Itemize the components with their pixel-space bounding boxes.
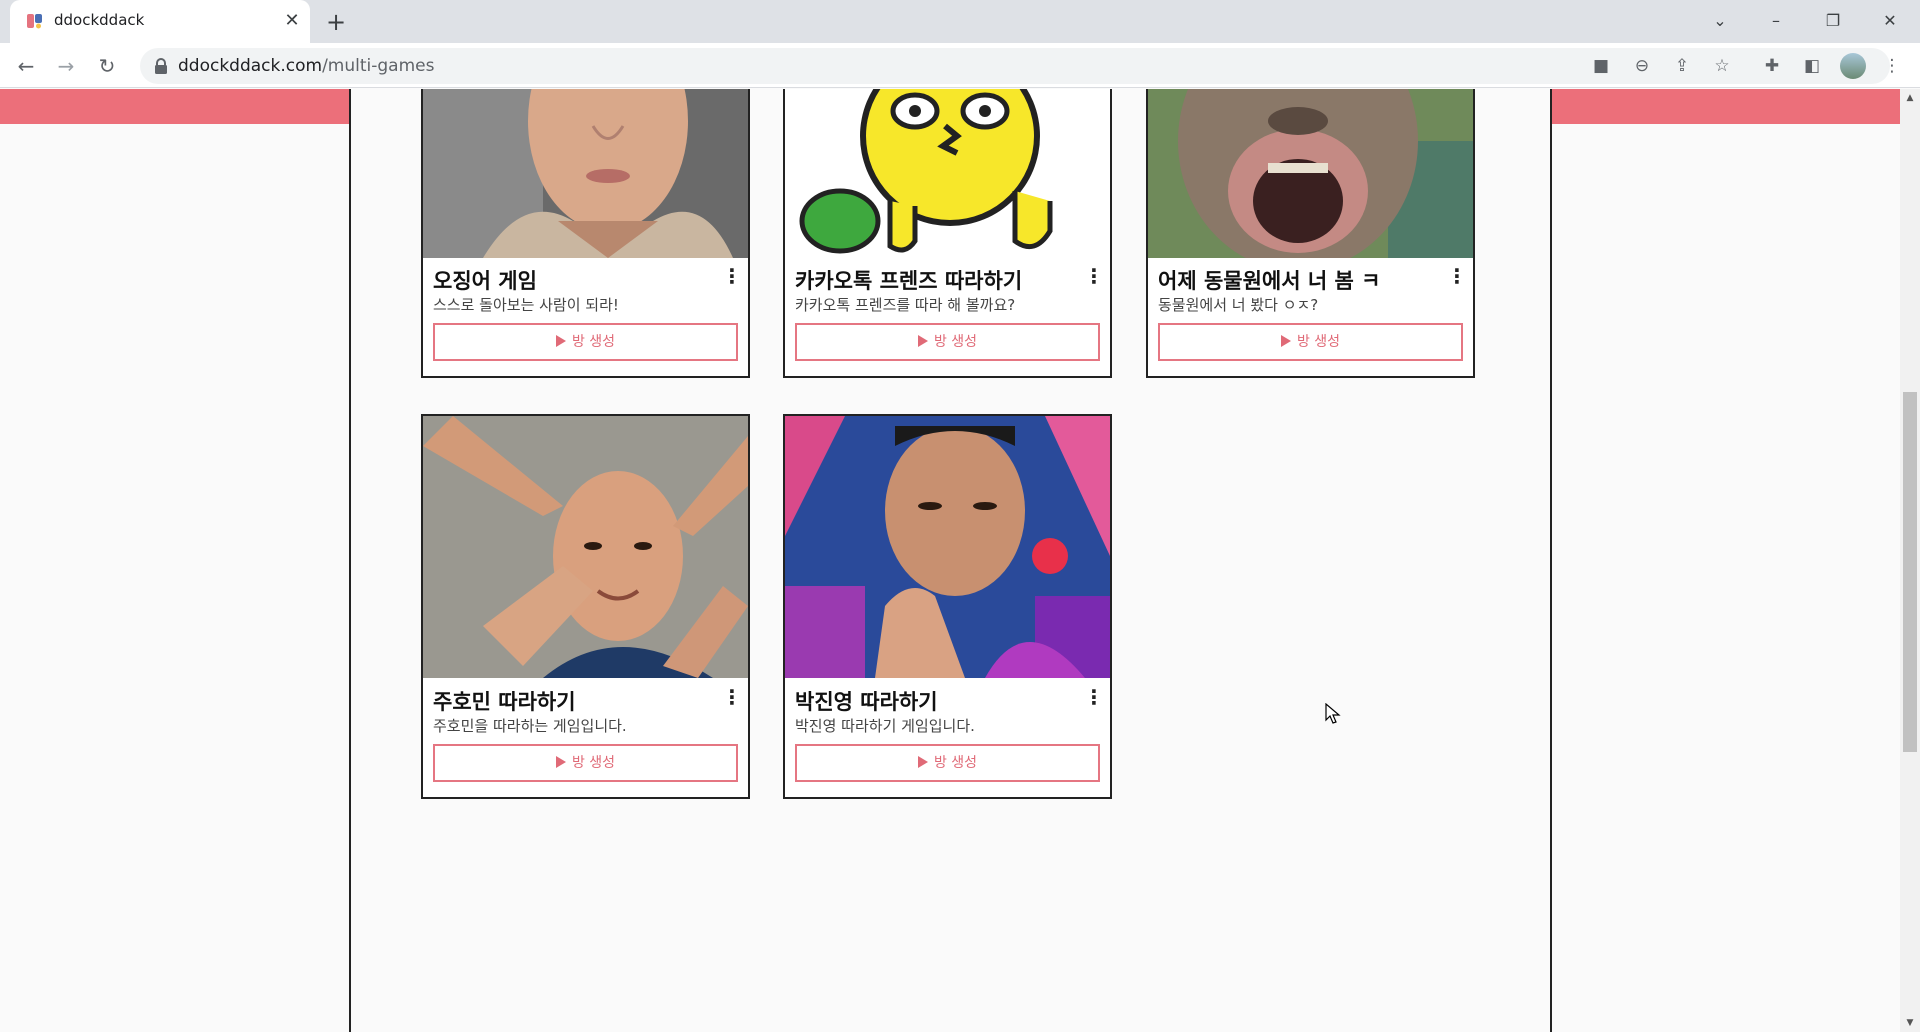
play-icon xyxy=(917,756,928,768)
more-options-icon[interactable]: ⋮ xyxy=(1084,684,1104,710)
close-tab-icon[interactable]: ✕ xyxy=(280,9,304,33)
back-icon[interactable]: ← xyxy=(10,50,42,82)
minimize-icon[interactable]: – xyxy=(1756,6,1796,36)
page-viewport: 오징어 게임 ⋮ 스스로 돌아보는 사람이 되라! 방 생성 카카오톡 프렌즈 … xyxy=(0,89,1900,1032)
scroll-up-icon[interactable]: ▲ xyxy=(1900,89,1920,107)
play-icon xyxy=(917,335,928,347)
create-room-label: 방 생성 xyxy=(933,334,978,350)
yellow-character-image xyxy=(785,89,1110,258)
header-band-left xyxy=(0,89,349,124)
zoom-icon[interactable]: ⊖ xyxy=(1626,50,1658,82)
extensions-icon[interactable]: ✚ xyxy=(1756,50,1788,82)
tab-bar: ddockddack ✕ + ⌄ – ❐ ✕ xyxy=(0,0,1920,43)
side-panel-icon[interactable]: ◧ xyxy=(1796,50,1828,82)
game-title: 어제 동물원에서 너 봄 ㅋ xyxy=(1158,269,1381,293)
play-icon xyxy=(1280,335,1291,347)
create-room-label: 방 생성 xyxy=(1296,334,1341,350)
camera-icon[interactable]: ■ xyxy=(1585,50,1617,82)
more-options-icon[interactable]: ⋮ xyxy=(722,684,742,710)
site-favicon-icon xyxy=(27,14,42,29)
play-icon xyxy=(555,335,566,347)
menu-kebab-icon[interactable]: ⋮ xyxy=(1876,50,1908,82)
browser-tab[interactable]: ddockddack ✕ xyxy=(10,0,310,43)
profile-avatar[interactable] xyxy=(1840,53,1866,79)
url-text: ddockddack.com/multi-games xyxy=(178,56,434,76)
game-card[interactable]: 오징어 게임 ⋮ 스스로 돌아보는 사람이 되라! 방 생성 xyxy=(421,89,750,378)
create-room-label: 방 생성 xyxy=(933,755,978,771)
header-band-right xyxy=(1551,89,1900,124)
forward-icon[interactable]: → xyxy=(50,50,82,82)
new-tab-icon[interactable]: + xyxy=(322,8,350,36)
game-description: 스스로 돌아보는 사람이 되라! xyxy=(433,296,619,314)
finger-heart-portrait-image xyxy=(785,416,1110,678)
game-description: 카카오톡 프렌즈를 따라 해 볼까요? xyxy=(795,296,1016,314)
game-description: 주호민을 따라하는 게임입니다. xyxy=(433,717,627,735)
game-thumbnail[interactable] xyxy=(785,416,1110,678)
tab-title: ddockddack xyxy=(54,11,145,29)
browser-toolbar: ← → ↻ ddockddack.com/multi-games ■ ⊖ ⇪ ☆… xyxy=(0,43,1920,88)
create-room-label: 방 생성 xyxy=(571,755,616,771)
create-room-button[interactable]: 방 생성 xyxy=(433,323,738,361)
create-room-button[interactable]: 방 생성 xyxy=(795,323,1100,361)
share-icon[interactable]: ⇪ xyxy=(1666,50,1698,82)
bookmark-star-icon[interactable]: ☆ xyxy=(1706,50,1738,82)
close-window-icon[interactable]: ✕ xyxy=(1870,6,1910,36)
monkey-face-image xyxy=(1148,89,1473,258)
game-list-container: 오징어 게임 ⋮ 스스로 돌아보는 사람이 되라! 방 생성 카카오톡 프렌즈 … xyxy=(349,89,1552,1032)
game-thumbnail[interactable] xyxy=(1148,89,1473,258)
tab-search-icon[interactable]: ⌄ xyxy=(1700,6,1740,36)
more-options-icon[interactable]: ⋮ xyxy=(1447,263,1467,289)
more-options-icon[interactable]: ⋮ xyxy=(1084,263,1104,289)
create-room-button[interactable]: 방 생성 xyxy=(795,744,1100,782)
vertical-scrollbar[interactable]: ▲ ▼ xyxy=(1900,89,1920,1032)
game-card[interactable]: 주호민 따라하기 ⋮ 주호민을 따라하는 게임입니다. 방 생성 xyxy=(421,414,750,799)
game-thumbnail[interactable] xyxy=(423,416,748,678)
game-title: 오징어 게임 xyxy=(433,269,537,293)
game-card[interactable]: 어제 동물원에서 너 봄 ㅋ ⋮ 동물원에서 너 봤다 ㅇㅈ? 방 생성 xyxy=(1146,89,1475,378)
restore-icon[interactable]: ❐ xyxy=(1813,6,1853,36)
game-thumbnail[interactable] xyxy=(423,89,748,258)
create-room-label: 방 생성 xyxy=(571,334,616,350)
game-description: 동물원에서 너 봤다 ㅇㅈ? xyxy=(1158,296,1319,314)
more-options-icon[interactable]: ⋮ xyxy=(722,263,742,289)
lock-icon xyxy=(155,58,167,74)
game-title: 주호민 따라하기 xyxy=(433,690,576,714)
reload-icon[interactable]: ↻ xyxy=(91,50,123,82)
play-icon xyxy=(555,756,566,768)
url-path: /multi-games xyxy=(322,56,435,76)
create-room-button[interactable]: 방 생성 xyxy=(433,744,738,782)
game-thumbnail[interactable] xyxy=(785,89,1110,258)
create-room-button[interactable]: 방 생성 xyxy=(1158,323,1463,361)
scroll-down-icon[interactable]: ▼ xyxy=(1900,1014,1920,1032)
game-title: 카카오톡 프렌즈 따라하기 xyxy=(795,269,1023,293)
scroll-thumb[interactable] xyxy=(1903,392,1917,752)
game-title: 박진영 따라하기 xyxy=(795,690,938,714)
game-card[interactable]: 박진영 따라하기 ⋮ 박진영 따라하기 게임입니다. 방 생성 xyxy=(783,414,1112,799)
game-description: 박진영 따라하기 게임입니다. xyxy=(795,717,975,735)
hand-frame-portrait-image xyxy=(423,416,748,678)
man-portrait-image xyxy=(423,89,748,258)
url-domain: ddockddack.com xyxy=(178,56,323,76)
mouse-cursor-icon xyxy=(1325,703,1341,724)
game-card[interactable]: 카카오톡 프렌즈 따라하기 ⋮ 카카오톡 프렌즈를 따라 해 볼까요? 방 생성 xyxy=(783,89,1112,378)
